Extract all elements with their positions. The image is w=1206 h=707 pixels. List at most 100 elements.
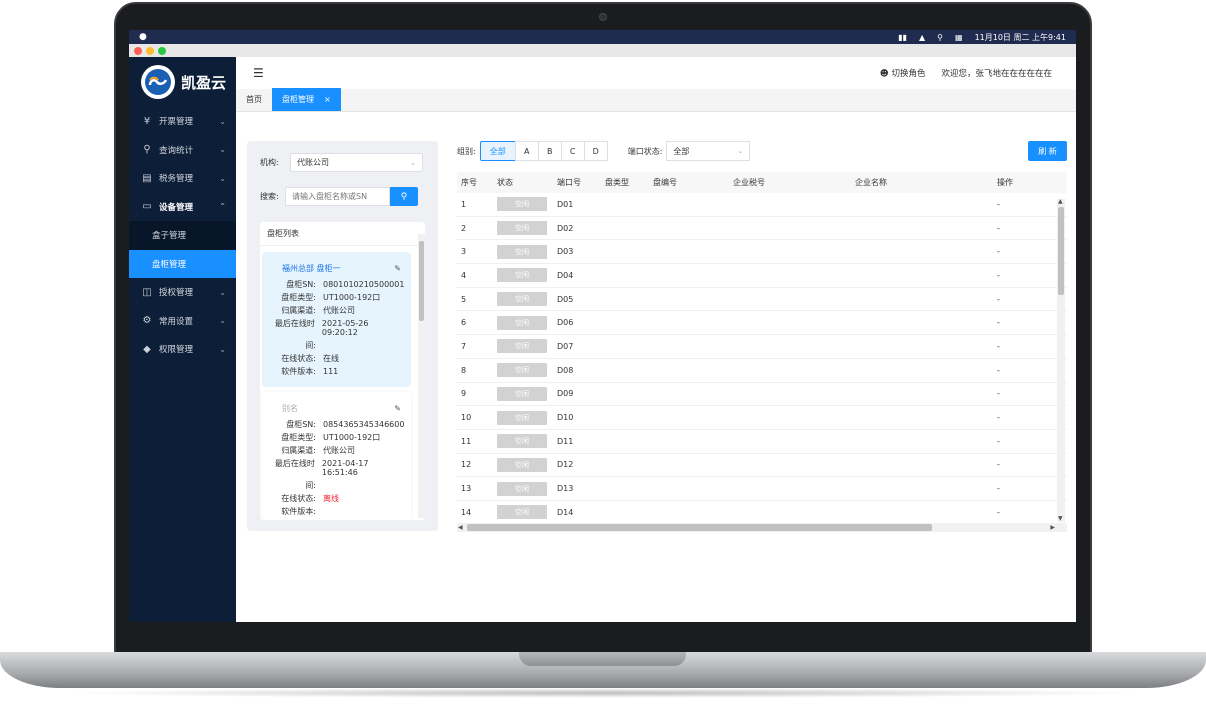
maximize-window-icon[interactable]: [158, 46, 166, 55]
group-a-button[interactable]: A: [514, 141, 539, 161]
field-value: UT1000-192口: [323, 293, 381, 302]
table-row: 11 空闲 D11 -: [457, 430, 1067, 454]
sidebar-item-settings[interactable]: ⚙ 常用设置 ⌄: [129, 307, 236, 336]
table-row: 7 空闲 D07 -: [457, 335, 1067, 359]
row-number-cell: 8: [457, 366, 497, 375]
sidebar-item-permission[interactable]: ◆ 权限管理 ⌄: [129, 335, 236, 364]
row-action[interactable]: -: [997, 318, 1000, 327]
tab-home[interactable]: 首页: [236, 88, 272, 111]
sidebar-item-query[interactable]: ⚲ 查询统计 ⌄: [129, 136, 236, 165]
scrollbar-thumb[interactable]: [1058, 207, 1064, 295]
status-badge-cell: 空闲: [497, 410, 557, 425]
sidebar-item-device[interactable]: ▭ 设备管理 ⌃: [129, 193, 236, 222]
port-number: D01: [557, 199, 574, 209]
row-number: 3: [461, 247, 467, 257]
port-status-select[interactable]: 全部 ⌄: [666, 141, 751, 161]
row-action[interactable]: -: [997, 484, 1000, 493]
status-badge: 空闲: [497, 481, 547, 496]
status-badge-cell: 空闲: [497, 339, 557, 354]
tab-cabinet-management[interactable]: 盘柜管理 ×: [272, 88, 341, 111]
close-window-icon[interactable]: [134, 46, 142, 55]
scrollbar-thumb[interactable]: [467, 524, 932, 531]
port-number: D11: [557, 436, 574, 446]
cabinet-card[interactable]: 福州总部 盘柜一 ✎ 盘柜SN: 0801010210500001 盘柜类型: UT…: [262, 252, 411, 387]
edit-icon[interactable]: ✎: [394, 264, 401, 273]
row-action[interactable]: -: [997, 460, 1000, 469]
shield-icon: ◆: [143, 343, 151, 355]
close-tab-icon[interactable]: ×: [324, 95, 331, 104]
row-action[interactable]: -: [997, 437, 1000, 446]
row-action[interactable]: -: [997, 342, 1000, 351]
port-number-cell: D04: [557, 271, 605, 280]
tab-label: 首页: [246, 95, 262, 104]
group-all-button[interactable]: 全部: [479, 141, 516, 161]
column-header: 操作: [997, 178, 1013, 187]
sidebar-item-label: 权限管理: [159, 345, 194, 356]
field-label: 最后在线时: [274, 459, 315, 468]
scroll-up-icon[interactable]: ▲: [1058, 198, 1063, 205]
table-row: 13 空闲 D13 -: [457, 477, 1067, 501]
scrollbar-thumb[interactable]: [419, 241, 424, 321]
scroll-left-icon[interactable]: ◀: [458, 524, 463, 531]
table-horizontal-scrollbar[interactable]: ◀ ▶: [457, 523, 1067, 532]
card-title: 别名: [282, 403, 298, 413]
field-label: 间:: [305, 481, 316, 490]
wifi-icon[interactable]: ▲: [919, 33, 925, 42]
card-field: 间:: [268, 481, 405, 490]
row-action[interactable]: -: [997, 508, 1000, 517]
scroll-right-icon[interactable]: ▶: [1050, 524, 1055, 531]
laptop-notch: [519, 652, 686, 666]
sidebar-subitem-cabinet[interactable]: 盘柜管理: [129, 249, 236, 278]
menubar-datetime[interactable]: 11月10日 周二 上午9:41: [975, 32, 1066, 43]
search-input[interactable]: [285, 187, 390, 206]
row-action[interactable]: -: [997, 200, 1000, 209]
row-action[interactable]: -: [997, 295, 1000, 304]
row-action[interactable]: -: [997, 224, 1000, 233]
chevron-down-icon: ⌄: [219, 116, 226, 126]
row-action[interactable]: -: [997, 413, 1000, 422]
refresh-button[interactable]: 刷 新: [1028, 141, 1067, 161]
row-action[interactable]: -: [997, 247, 1000, 256]
field-label: 盘柜SN:: [286, 420, 316, 429]
cabinet-card[interactable]: 别名 ✎ 盘柜SN: 0854365345346600 盘柜类型: UT1000-1…: [262, 392, 411, 520]
battery-icon[interactable]: ▮▮: [898, 33, 907, 42]
group-b-button[interactable]: B: [537, 141, 562, 161]
menu-collapse-icon[interactable]: ☰: [253, 66, 264, 80]
port-number-cell: D12: [557, 460, 605, 469]
control-center-icon[interactable]: ▦: [955, 33, 963, 42]
gear-icon: ⚙: [142, 315, 152, 327]
apple-icon[interactable]: ●: [139, 32, 147, 42]
sidebar-item-billing[interactable]: ¥ 开票管理 ⌄: [129, 107, 236, 136]
port-number-cell: D01: [557, 200, 605, 209]
spotlight-search-icon[interactable]: ⚲: [937, 33, 943, 42]
status-badge: 空闲: [497, 244, 547, 259]
scroll-down-icon[interactable]: ▼: [1058, 515, 1063, 522]
org-field: 机构: 代账公司 ⌄: [260, 153, 423, 172]
cabinet-list-title: 盘柜列表: [260, 222, 425, 246]
sidebar-item-authorization[interactable]: ◫ 授权管理 ⌄: [129, 278, 236, 307]
search-button[interactable]: ⚲: [390, 187, 418, 206]
row-action-cell: -: [997, 224, 1057, 233]
switch-role-button[interactable]: ☻ 切换角色: [880, 67, 926, 79]
minimize-window-icon[interactable]: [146, 46, 154, 55]
port-number-cell: D08: [557, 366, 605, 375]
field-value: 0854365345346600: [323, 420, 405, 429]
sidebar-subitem-box[interactable]: 盒子管理: [129, 221, 236, 250]
group-c-button[interactable]: C: [560, 141, 585, 161]
status-badge-cell: 空闲: [497, 292, 557, 307]
group-label: 组别:: [457, 146, 476, 156]
list-scrollbar[interactable]: [418, 234, 425, 518]
row-action[interactable]: -: [997, 366, 1000, 375]
row-number: 13: [461, 484, 472, 494]
table-vertical-scrollbar[interactable]: ▲ ▼: [1057, 198, 1065, 522]
group-d-button[interactable]: D: [583, 141, 608, 161]
field-label: 软件版本:: [281, 507, 316, 516]
table-row: 4 空闲 D04 -: [457, 264, 1067, 288]
edit-icon[interactable]: ✎: [394, 404, 401, 413]
row-action[interactable]: -: [997, 389, 1000, 398]
sidebar-item-tax[interactable]: ▤ 税务管理 ⌄: [129, 164, 236, 193]
org-select[interactable]: 代账公司 ⌄: [290, 153, 423, 172]
screen-bezel: [116, 622, 1090, 652]
row-action[interactable]: -: [997, 271, 1000, 280]
chevron-down-icon: ⌄: [219, 173, 226, 183]
